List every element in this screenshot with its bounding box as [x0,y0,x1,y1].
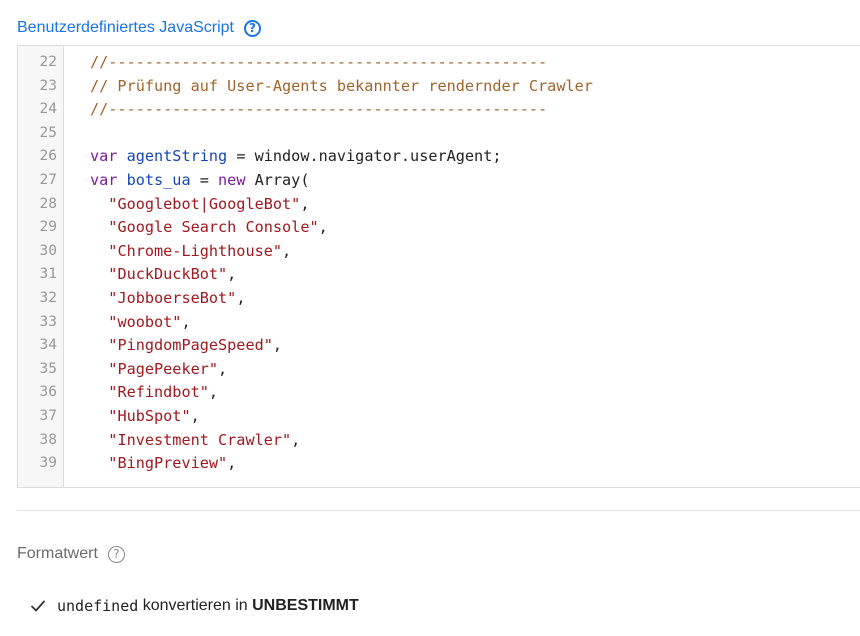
code-line[interactable]: "PagePeeker", [90,358,860,382]
line-number: 28 [39,195,57,212]
code-token-string: "Investment Crawler" [108,430,292,449]
code-line[interactable]: "Chrome-Lighthouse", [90,240,860,264]
code-token-string: "BingPreview" [108,454,228,473]
code-token-keyword: var [90,147,127,166]
code-line[interactable]: // Prüfung auf User-Agents bekannter ren… [90,75,860,99]
code-token-string: "PagePeeker" [108,359,219,378]
code-token-comment: //--------------------------------------… [90,100,548,119]
code-token-plain: , [181,312,191,331]
code-token-string: "Google Search Console" [108,218,319,237]
code-token-string: "Googlebot|GoogleBot" [108,194,301,213]
code-content[interactable]: //--------------------------------------… [64,46,860,487]
help-icon[interactable]: ? [244,19,261,37]
line-number: 25 [39,124,57,141]
code-token-string: "Refindbot" [108,383,209,402]
code-line[interactable]: //--------------------------------------… [90,51,860,75]
line-number: 30 [39,242,57,259]
code-token-comment: // Prüfung auf User-Agents bekannter ren… [90,76,593,95]
line-number: 35 [39,360,57,377]
option-code-term: undefined [57,597,139,615]
line-number: 29 [39,219,57,236]
code-line[interactable] [90,122,860,146]
code-token-plain: , [282,241,292,260]
code-token-keyword: var [90,170,127,189]
line-number: 23 [39,77,57,94]
line-number: 24 [39,101,57,118]
code-token-plain: , [318,218,328,237]
code-token-plain: , [227,265,237,284]
code-token-string: "woobot" [108,312,182,331]
custom-javascript-title: Benutzerdefiniertes JavaScript ? [17,15,261,41]
code-token-plain: , [272,336,283,355]
code-line[interactable]: "Google Search Console", [90,216,860,240]
option-middle-text: konvertieren in [138,597,253,614]
code-token-plain: Array( [254,170,310,189]
line-number: 27 [39,171,57,188]
line-number: 38 [39,431,57,448]
line-number: 31 [39,266,57,283]
code-token-plain: , [190,406,200,425]
option-target-value: UNBESTIMMT [252,597,359,614]
code-line[interactable]: "woobot", [90,311,860,335]
code-line[interactable]: "BingPreview", [90,452,860,476]
code-line[interactable]: "PingdomPageSpeed", [90,334,860,358]
code-line[interactable]: "HubSpot", [90,405,860,429]
line-number: 22 [39,54,57,70]
code-token-def: bots_ua [126,170,191,189]
code-token-plain: , [236,288,246,307]
code-editor[interactable]: 22 23 24 25 26 27 28 29 30 31 32 33 34 35 36 37 38 39 //-… [17,45,860,488]
custom-javascript-label: Benutzerdefiniertes JavaScript [17,19,234,36]
code-line[interactable]: "Googlebot|GoogleBot", [90,193,860,217]
format-value-label: Formatwert [17,545,98,562]
code-token-plain: , [218,359,228,378]
code-line[interactable]: "Investment Crawler", [90,429,860,453]
checkmark-icon [27,595,49,617]
code-token-string: "JobboerseBot" [108,288,237,307]
code-line[interactable]: "Refindbot", [90,381,860,405]
code-token-string: "PingdomPageSpeed" [108,336,273,355]
code-token-plain: , [291,430,301,449]
code-token-def: agentString [126,147,228,166]
line-number: 32 [39,289,57,306]
code-token-string: "Chrome-Lighthouse" [108,241,283,260]
code-line[interactable]: "DuckDuckBot", [90,263,860,287]
line-number: 37 [39,407,57,424]
code-line[interactable]: var agentString = window.navigator.userA… [90,145,860,169]
line-number: 34 [39,337,57,354]
line-number: 39 [39,455,57,472]
line-number: 33 [39,313,57,330]
code-token-comment: //--------------------------------------… [90,53,548,71]
line-number: 26 [39,148,57,165]
line-number-gutter: 22 23 24 25 26 27 28 29 30 31 32 33 34 35 36 37 38 39 [18,46,64,487]
code-line[interactable]: var bots_ua = new Array( [90,169,860,193]
code-token-string: "HubSpot" [108,406,191,425]
code-token-plain: , [300,194,310,213]
help-icon[interactable]: ? [107,545,125,563]
undefined-conversion-option[interactable]: undefined konvertieren in UNBESTIMMT [27,594,359,618]
code-token-string: "DuckDuckBot" [108,265,228,284]
code-token-keyword: new [218,170,255,189]
code-line[interactable]: "JobboerseBot", [90,287,860,311]
code-token-plain: , [227,454,237,473]
line-number: 36 [39,384,57,401]
section-divider [17,510,860,511]
code-token-plain: = [190,170,219,189]
code-token-plain: , [208,383,219,402]
code-token-plain: = window.navigator.userAgent; [227,147,502,166]
code-line[interactable]: //--------------------------------------… [90,98,860,122]
format-value-title: Formatwert ? [17,542,125,566]
